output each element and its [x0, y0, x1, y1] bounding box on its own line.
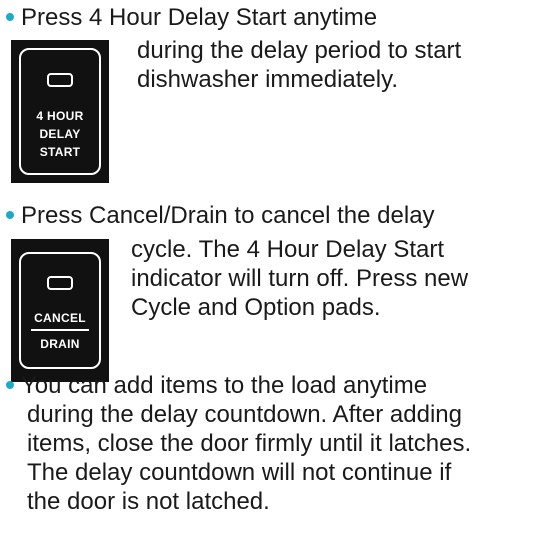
cancel-key-label: CANCEL [34, 311, 86, 325]
instruction-cancel-drain-continued: cycle. The 4 Hour Delay Start indicator … [131, 235, 468, 322]
drain-key-label: DRAIN [40, 337, 80, 351]
text-line: the door is not latched. [27, 488, 270, 515]
text-line: dishwasher immediately. [137, 66, 398, 93]
instruction-delay-start: Press 4 Hour Delay Start anytime [6, 4, 377, 32]
indicator-light-icon [47, 73, 73, 87]
instruction-cancel-drain-text: Press Cancel/Drain to cancel the delay [21, 202, 435, 229]
delay-start-key-icon: 4 HOUR DELAY START [11, 40, 109, 183]
bullet-icon [6, 13, 14, 21]
key-divider [31, 329, 89, 331]
bullet-icon [6, 211, 14, 219]
text-line: indicator will turn off. Press new [131, 265, 469, 292]
indicator-light-icon [47, 276, 73, 290]
cancel-drain-key-icon: CANCEL DRAIN [11, 239, 109, 382]
text-line: cycle. The 4 Hour Delay Start [131, 236, 445, 263]
instruction-cancel-drain: Press Cancel/Drain to cancel the delay [6, 202, 435, 230]
instruction-delay-start-text: Press 4 Hour Delay Start anytime [21, 4, 378, 31]
text-line: You can add items to the load anytime [21, 372, 428, 399]
instruction-delay-start-continued: during the delay period to start dishwas… [137, 36, 461, 94]
bullet-icon [6, 381, 14, 389]
text-line: Cycle and Option pads. [131, 294, 381, 321]
instruction-add-items: You can add items to the load anytime du… [6, 371, 471, 516]
delay-start-key-label-1: 4 HOUR [36, 109, 84, 123]
text-line: items, close the door firmly until it la… [27, 430, 472, 457]
text-line: during the delay period to start [137, 37, 462, 64]
delay-start-key-label-2: DELAY [39, 127, 81, 141]
text-line: The delay countdown will not continue if [27, 459, 452, 486]
text-line: during the delay countdown. After adding [27, 401, 462, 428]
delay-start-key-label-3: START [39, 145, 81, 159]
